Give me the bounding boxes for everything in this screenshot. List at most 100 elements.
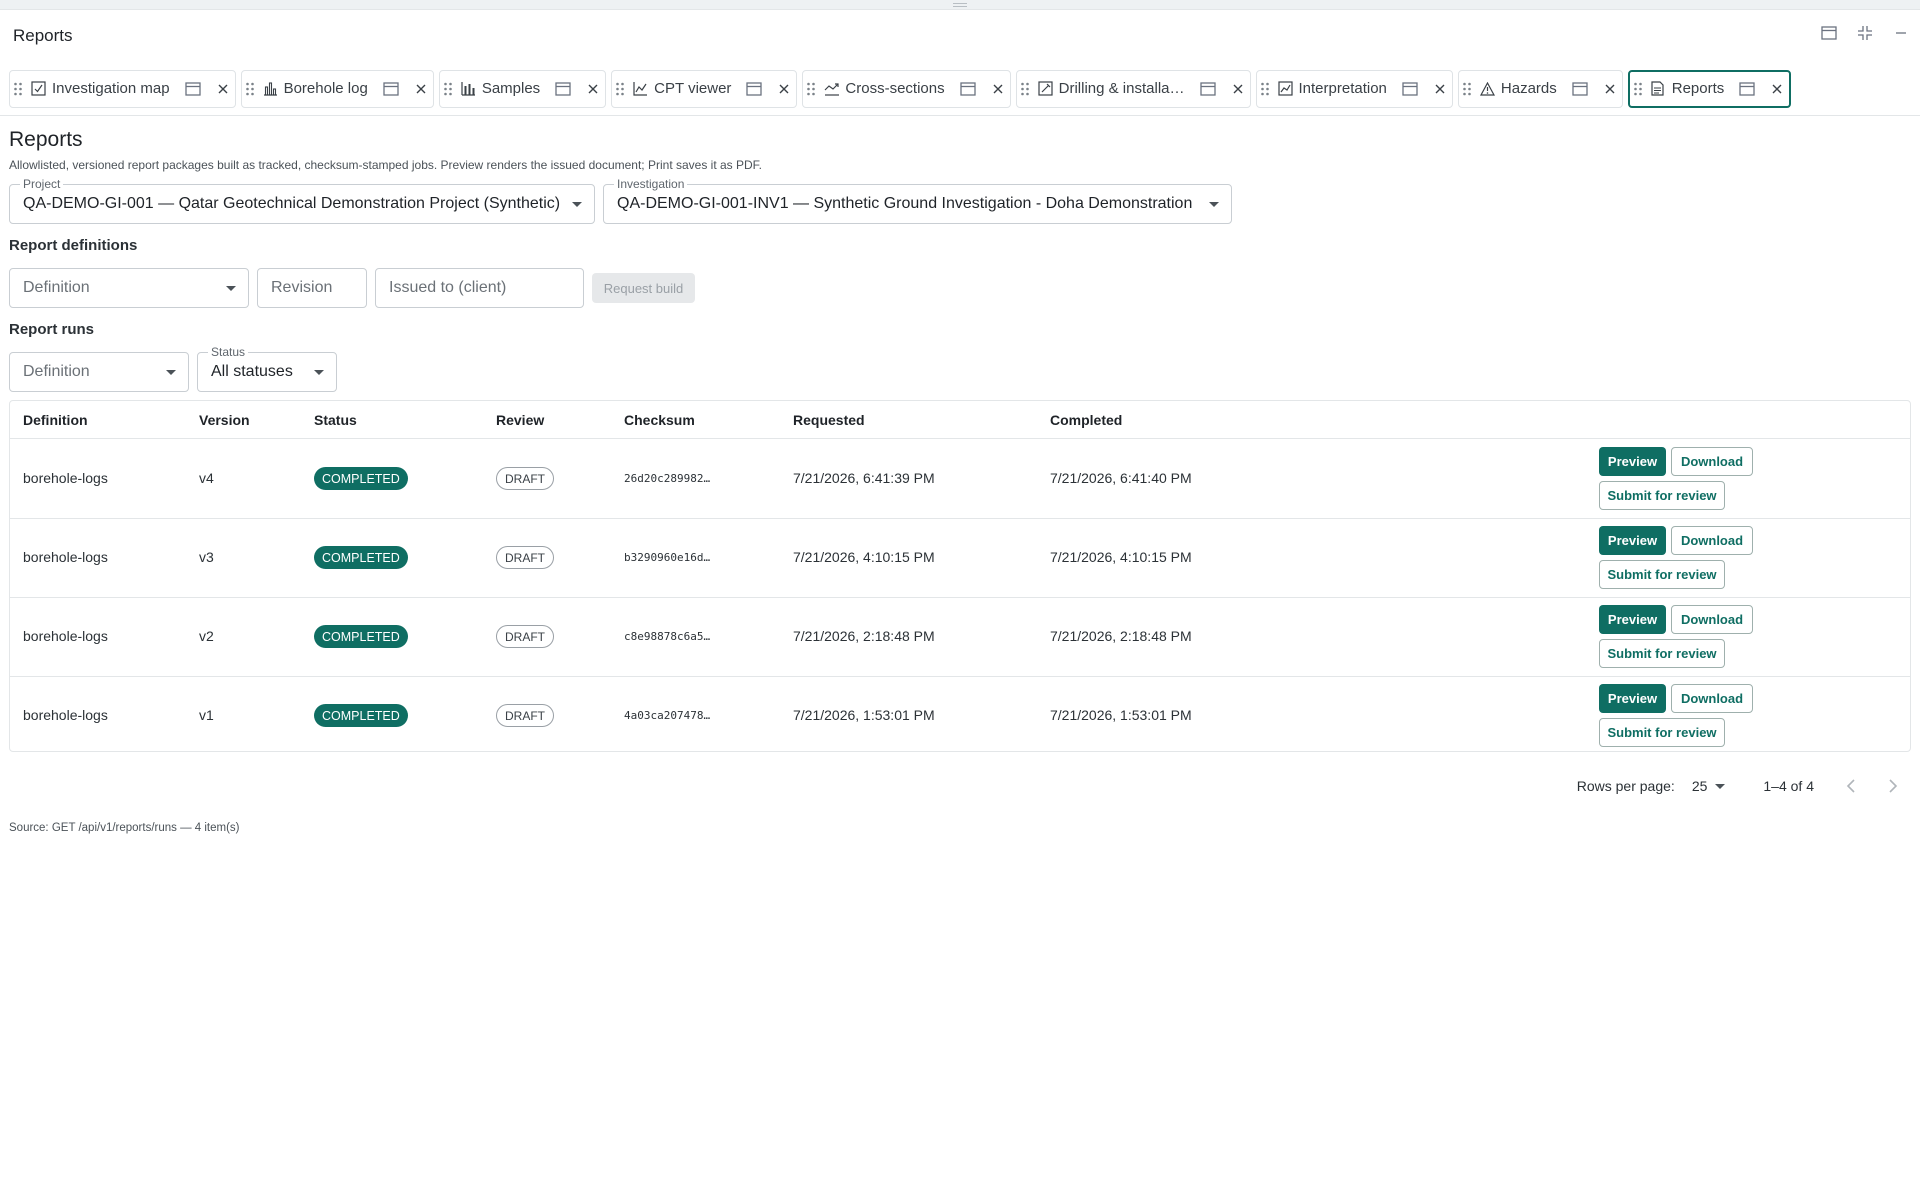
tab-label: Hazards — [1500, 80, 1557, 97]
rows-per-page-value: 25 — [1691, 778, 1708, 794]
top-resize-strip[interactable] — [0, 0, 1920, 10]
popout-window-icon[interactable] — [959, 81, 978, 96]
submit-for-review-button[interactable]: Submit for review — [1599, 639, 1725, 668]
submit-for-review-button[interactable]: Submit for review — [1599, 718, 1725, 747]
column-header-version[interactable]: Version — [199, 412, 250, 428]
column-header-definition[interactable]: Definition — [23, 412, 88, 428]
resize-grip-icon[interactable] — [953, 3, 967, 7]
close-icon[interactable] — [587, 84, 599, 94]
revision-input[interactable]: Revision — [257, 268, 367, 308]
chevron-down-icon — [226, 286, 236, 291]
tab-drilling-installa[interactable]: Drilling & installa… — [1015, 69, 1251, 108]
definition-cell: borehole-logs — [23, 628, 108, 644]
popout-window-icon[interactable] — [1199, 81, 1218, 96]
drag-handle-icon[interactable] — [616, 82, 628, 96]
close-icon[interactable] — [992, 84, 1004, 94]
download-button[interactable]: Download — [1671, 684, 1753, 713]
pagination: Rows per page: 25 1–4 of 4 — [1577, 774, 1911, 798]
version-cell: v1 — [199, 707, 214, 723]
tab-reports[interactable]: Reports — [1627, 69, 1792, 108]
popout-window-icon[interactable] — [1739, 81, 1757, 96]
drag-handle-icon[interactable] — [444, 82, 456, 96]
investigation-label: Investigation — [614, 177, 688, 191]
close-icon[interactable] — [778, 84, 790, 94]
preview-button[interactable]: Preview — [1599, 605, 1666, 634]
table-row: borehole-logs v4 COMPLETED DRAFT 26d20c28998… — [10, 440, 1910, 519]
previous-page-icon[interactable] — [1846, 779, 1856, 793]
interpretation-icon — [1277, 81, 1294, 96]
drag-handle-icon[interactable] — [14, 82, 26, 96]
download-button[interactable]: Download — [1671, 526, 1753, 555]
drag-handle-icon[interactable] — [1463, 82, 1475, 96]
runs-definition-select[interactable]: Definition — [9, 352, 189, 392]
popout-window-icon[interactable] — [1820, 24, 1838, 42]
tab-borehole-log[interactable]: Borehole log — [240, 69, 434, 108]
project-value: QA-DEMO-GI-001 — Qatar Geotechnical Demo… — [23, 195, 561, 212]
pagination-range: 1–4 of 4 — [1763, 778, 1814, 794]
close-icon[interactable] — [1434, 84, 1446, 94]
preview-button[interactable]: Preview — [1599, 447, 1666, 476]
warning-triangle-icon — [1479, 81, 1496, 96]
close-icon[interactable] — [1771, 84, 1783, 94]
close-icon[interactable] — [1604, 84, 1616, 94]
review-badge: DRAFT — [496, 546, 554, 569]
checksum-cell: c8e98878c6a5… — [624, 630, 711, 643]
column-header-requested[interactable]: Requested — [793, 412, 865, 428]
popout-window-icon[interactable] — [746, 81, 764, 96]
drag-handle-icon[interactable] — [807, 82, 819, 96]
tab-investigation-map[interactable]: Investigation map — [9, 69, 236, 108]
preview-button[interactable]: Preview — [1599, 684, 1666, 713]
cross-section-icon — [824, 81, 840, 96]
column-header-review[interactable]: Review — [496, 412, 544, 428]
popout-window-icon[interactable] — [184, 81, 203, 96]
submit-for-review-button[interactable]: Submit for review — [1599, 560, 1725, 589]
close-icon[interactable] — [217, 84, 229, 94]
column-header-checksum[interactable]: Checksum — [624, 412, 695, 428]
drag-handle-icon[interactable] — [1633, 82, 1646, 96]
tab-interpretation[interactable]: Interpretation — [1255, 69, 1453, 108]
column-header-completed[interactable]: Completed — [1050, 412, 1122, 428]
tab-label: Investigation map — [52, 80, 170, 97]
popout-window-icon[interactable] — [1402, 81, 1420, 96]
definition-cell: borehole-logs — [23, 470, 108, 486]
tab-cross-sections[interactable]: Cross-sections — [802, 69, 1011, 108]
download-button[interactable]: Download — [1671, 447, 1753, 476]
definition-select[interactable]: Definition — [9, 268, 249, 308]
rows-per-page-select[interactable]: 25 — [1692, 778, 1726, 794]
table-row: borehole-logs v3 COMPLETED DRAFT b3290960e16… — [10, 519, 1910, 598]
close-icon[interactable] — [415, 84, 427, 94]
project-select[interactable]: Project QA-DEMO-GI-001 — Qatar Geotechni… — [9, 177, 595, 224]
popout-window-icon[interactable] — [555, 81, 573, 96]
tab-hazards[interactable]: Hazards — [1457, 69, 1623, 108]
preview-button[interactable]: Preview — [1599, 526, 1666, 555]
popout-window-icon[interactable] — [1572, 81, 1590, 96]
project-label: Project — [20, 177, 64, 191]
rows-per-page-label: Rows per page: — [1576, 778, 1675, 794]
drag-handle-icon[interactable] — [245, 82, 258, 96]
close-icon[interactable] — [1232, 84, 1244, 94]
window-controls — [1820, 24, 1910, 42]
request-build-button[interactable]: Request build — [592, 273, 695, 303]
collapse-icon[interactable] — [1856, 24, 1874, 42]
download-button[interactable]: Download — [1671, 605, 1753, 634]
tab-label: Samples — [481, 80, 541, 97]
panel-header: Reports — [0, 10, 1920, 62]
issued-to-input[interactable]: Issued to (client) — [375, 268, 584, 308]
investigation-select[interactable]: Investigation QA-DEMO-GI-001-INV1 — Synt… — [603, 177, 1232, 224]
minimize-icon[interactable] — [1892, 24, 1910, 42]
drag-handle-icon[interactable] — [1020, 82, 1033, 96]
review-badge: DRAFT — [496, 625, 554, 648]
drag-handle-icon[interactable] — [1260, 82, 1273, 96]
popout-window-icon[interactable] — [383, 81, 401, 96]
tab-samples[interactable]: Samples — [438, 69, 607, 108]
tab-label: Borehole log — [283, 80, 368, 97]
tab-label: Reports — [1671, 80, 1725, 97]
tab-cpt-viewer[interactable]: CPT viewer — [611, 69, 798, 108]
submit-for-review-button[interactable]: Submit for review — [1599, 481, 1725, 510]
table-row: borehole-logs v2 COMPLETED DRAFT c8e98878c6a… — [10, 598, 1910, 677]
revision-placeholder: Revision — [271, 279, 333, 296]
status-select[interactable]: Status All statuses — [197, 345, 337, 392]
line-chart-icon — [633, 81, 649, 96]
next-page-icon[interactable] — [1888, 779, 1898, 793]
column-header-status[interactable]: Status — [314, 412, 357, 428]
